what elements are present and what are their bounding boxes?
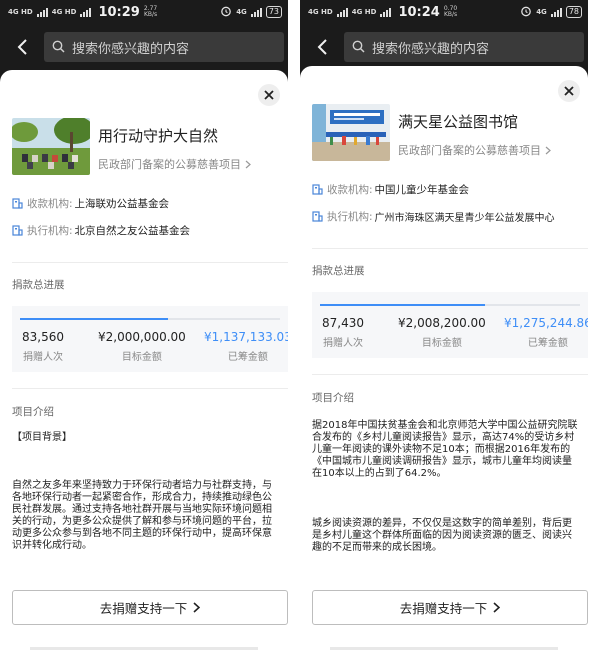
status-bar: 4G HD 4G HD 10:29 2.77 KB/s 4G 73 [0, 0, 288, 24]
executor-label: 执行机构: [327, 211, 373, 223]
chevron-right-icon [245, 160, 251, 168]
receiver-row: 收款机构: 中国儿童少年基金会 [312, 182, 580, 197]
progress-track [20, 318, 280, 320]
progress-section-label: 捐款总进展 [12, 279, 65, 291]
executor-value: 广州市海珠区满天星青少年公益发展中心 [374, 213, 555, 224]
signal-label: 4G HD [51, 7, 77, 16]
chevron-right-icon [193, 602, 201, 613]
progress-fill [20, 318, 168, 320]
clock: 10:24 [398, 4, 440, 20]
progress-card: 83,560 捐赠人次 ¥2,000,000.00 目标金额 ¥1,137,13… [12, 306, 288, 372]
close-button[interactable] [558, 80, 580, 102]
signal-label: 4G HD [8, 7, 33, 16]
donate-button[interactable]: 去捐赠支持一下 [12, 590, 288, 625]
divider [12, 388, 288, 389]
building-icon [312, 211, 323, 222]
signal-label: 4G HD [308, 7, 333, 16]
project-title: 用行动守护大自然 [98, 127, 219, 145]
intro-paragraph: 据2018年中国扶贫基金会和北京师范大学中国公益研究院联合发布的《乡村儿童阅读报… [312, 420, 578, 479]
divider [12, 262, 288, 263]
intro-body: 【项目背景】 自然之友多年来坚持致力于环保行动者培力与社群支持，与各地环保行动者… [12, 432, 278, 552]
registration-link[interactable]: 民政部门备案的公募慈善项目 [398, 142, 551, 158]
raised-amount: ¥1,137,133.03 已筹金额 [204, 330, 288, 363]
close-button[interactable] [258, 84, 280, 106]
network-type: 4G [536, 7, 547, 16]
donate-button[interactable]: 去捐赠支持一下 [312, 590, 588, 625]
battery-icon: 78 [565, 6, 582, 18]
intro-section-label: 项目介绍 [12, 406, 54, 418]
signal-label: 4G HD [351, 7, 377, 16]
receiver-value: 中国儿童少年基金会 [374, 184, 470, 196]
executor-row: 执行机构: 北京自然之友公益基金会 [12, 223, 280, 238]
search-icon [52, 38, 65, 57]
registration-link[interactable]: 民政部门备案的公募慈善项目 [98, 156, 251, 172]
project-thumbnail [12, 118, 90, 175]
phone-screen-left: 4G HD 4G HD 10:29 2.77 KB/s 4G 73 搜索你感兴趣… [0, 0, 288, 650]
close-icon [564, 86, 574, 96]
chevron-right-icon [545, 146, 551, 154]
receiver-label: 收款机构: [327, 184, 373, 196]
receiver-value: 上海联劝公益基金会 [74, 198, 170, 210]
divider [312, 374, 588, 375]
intro-paragraph: 自然之友多年来坚持致力于环保行动者培力与社群支持，与各地环保行动者一起紧密合作，… [12, 480, 272, 551]
search-placeholder: 搜索你感兴趣的内容 [72, 41, 190, 57]
executor-label: 执行机构: [27, 225, 73, 237]
executor-row: 执行机构: 广州市海珠区满天星青少年公益发展中心 [312, 209, 580, 224]
battery-icon: 73 [265, 6, 282, 18]
receiver-row: 收款机构: 上海联劝公益基金会 [12, 196, 280, 211]
progress-track [320, 304, 580, 306]
raised-amount: ¥1,275,244.86 已筹金额 [504, 316, 588, 349]
chevron-right-icon [493, 602, 501, 613]
back-arrow-icon[interactable] [8, 33, 36, 61]
building-icon [312, 184, 323, 195]
intro-section-label: 项目介绍 [312, 392, 354, 404]
intro-paragraph: 【项目背景】 [12, 432, 72, 443]
building-icon [12, 198, 23, 209]
phone-screen-right: 4G HD 4G HD 10:24 0.70 KB/s 4G 78 搜索你感兴趣… [300, 0, 588, 650]
back-arrow-icon[interactable] [308, 33, 336, 61]
signal-bars-icon [36, 7, 48, 17]
divider [312, 248, 588, 249]
status-bar: 4G HD 4G HD 10:24 0.70 KB/s 4G 78 [300, 0, 588, 24]
top-search-bar: 搜索你感兴趣的内容 [0, 24, 288, 70]
project-header: 用行动守护大自然 民政部门备案的公募慈善项目 [12, 118, 278, 175]
executor-value: 北京自然之友公益基金会 [74, 225, 191, 237]
alarm-icon [520, 5, 532, 20]
alarm-icon [220, 5, 232, 20]
signal-bars-icon [250, 7, 262, 17]
project-thumbnail [312, 104, 390, 161]
target-amount: ¥2,008,200.00 目标金额 [398, 316, 486, 349]
progress-fill [320, 304, 486, 306]
project-title: 满天星公益图书馆 [398, 113, 519, 131]
network-type: 4G [236, 7, 247, 16]
progress-section-label: 捐款总进展 [312, 265, 365, 277]
project-sheet: 满天星公益图书馆 民政部门备案的公募慈善项目 收款机构: 中国儿童少年基金会 执… [300, 66, 588, 650]
search-input[interactable]: 搜索你感兴趣的内容 [44, 32, 284, 62]
donor-count: 87,430 捐赠人次 [322, 316, 364, 349]
clock: 10:29 [98, 4, 140, 20]
close-icon [264, 90, 274, 100]
signal-bars-icon [336, 7, 348, 17]
receiver-label: 收款机构: [27, 198, 73, 210]
search-input[interactable]: 搜索你感兴趣的内容 [344, 32, 584, 62]
intro-body: 据2018年中国扶贫基金会和北京师范大学中国公益研究院联合发布的《乡村儿童阅读报… [312, 420, 578, 554]
search-placeholder: 搜索你感兴趣的内容 [372, 41, 490, 57]
target-amount: ¥2,000,000.00 目标金额 [98, 330, 186, 363]
network-speed: 0.70 KB/s [443, 5, 458, 18]
signal-bars-icon [550, 7, 562, 17]
intro-paragraph: 城乡阅读资源的差异，不仅仅是这数字的简单差别，背后更是乡村儿童这个群体所面临的因… [312, 518, 572, 553]
donor-count: 83,560 捐赠人次 [22, 330, 64, 363]
building-icon [12, 225, 23, 236]
search-icon [352, 38, 365, 57]
signal-bars-icon [80, 7, 92, 17]
progress-card: 87,430 捐赠人次 ¥2,008,200.00 目标金额 ¥1,275,24… [312, 292, 588, 358]
top-search-bar: 搜索你感兴趣的内容 [300, 24, 588, 70]
project-header: 满天星公益图书馆 民政部门备案的公募慈善项目 [312, 104, 578, 161]
project-sheet: 用行动守护大自然 民政部门备案的公募慈善项目 收款机构: 上海联劝公益基金会 执… [0, 70, 288, 650]
signal-bars-icon [380, 7, 392, 17]
network-speed: 2.77 KB/s [143, 5, 158, 18]
